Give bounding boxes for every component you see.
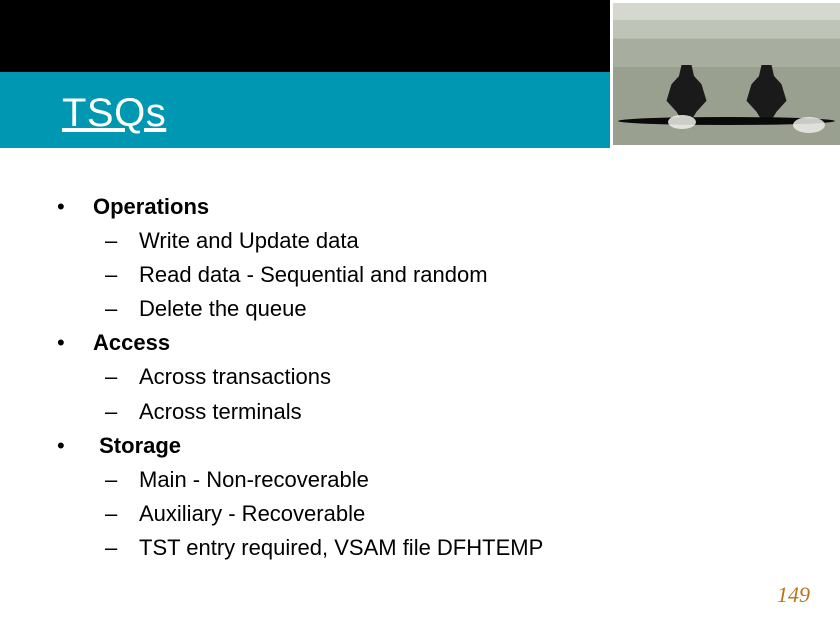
bullet-storage: • Storage xyxy=(55,429,800,463)
sub-item: – Write and Update data xyxy=(55,224,800,258)
bullet-label: Storage xyxy=(99,429,181,463)
dash-marker: – xyxy=(105,531,139,565)
slide-title: TSQs xyxy=(62,91,166,136)
rower-silhouette xyxy=(662,65,712,120)
bullet-access: • Access xyxy=(55,326,800,360)
page-number: 149 xyxy=(777,582,810,608)
bullet-marker: • xyxy=(55,326,93,360)
bullet-label: Operations xyxy=(93,190,209,224)
bullet-operations: • Operations xyxy=(55,190,800,224)
bullet-marker: • xyxy=(55,429,93,463)
sub-item: – Main - Non-recoverable xyxy=(55,463,800,497)
rower-silhouette xyxy=(742,65,792,120)
sub-text: Delete the queue xyxy=(139,292,307,326)
sub-text: Main - Non-recoverable xyxy=(139,463,369,497)
dash-marker: – xyxy=(105,292,139,326)
water-splash xyxy=(793,117,825,133)
bullet-label: Access xyxy=(93,326,170,360)
sub-item: – Across transactions xyxy=(55,360,800,394)
sub-item: – Read data - Sequential and random xyxy=(55,258,800,292)
dash-marker: – xyxy=(105,360,139,394)
sub-item: – Delete the queue xyxy=(55,292,800,326)
header-image xyxy=(610,0,840,148)
dash-marker: – xyxy=(105,258,139,292)
sub-text: Auxiliary - Recoverable xyxy=(139,497,365,531)
sub-text: Across transactions xyxy=(139,360,331,394)
slide-content: • Operations – Write and Update data – R… xyxy=(0,154,840,565)
sub-text: Read data - Sequential and random xyxy=(139,258,488,292)
water-splash xyxy=(668,115,696,129)
dash-marker: – xyxy=(105,395,139,429)
sub-item: – Across terminals xyxy=(55,395,800,429)
bullet-marker: • xyxy=(55,190,93,224)
sub-item: – TST entry required, VSAM file DFHTEMP xyxy=(55,531,800,565)
sub-item: – Auxiliary - Recoverable xyxy=(55,497,800,531)
header-divider xyxy=(0,148,840,154)
dash-marker: – xyxy=(105,224,139,258)
sub-text: Across terminals xyxy=(139,395,302,429)
dash-marker: – xyxy=(105,497,139,531)
sub-text: TST entry required, VSAM file DFHTEMP xyxy=(139,531,543,565)
dash-marker: – xyxy=(105,463,139,497)
sub-text: Write and Update data xyxy=(139,224,359,258)
